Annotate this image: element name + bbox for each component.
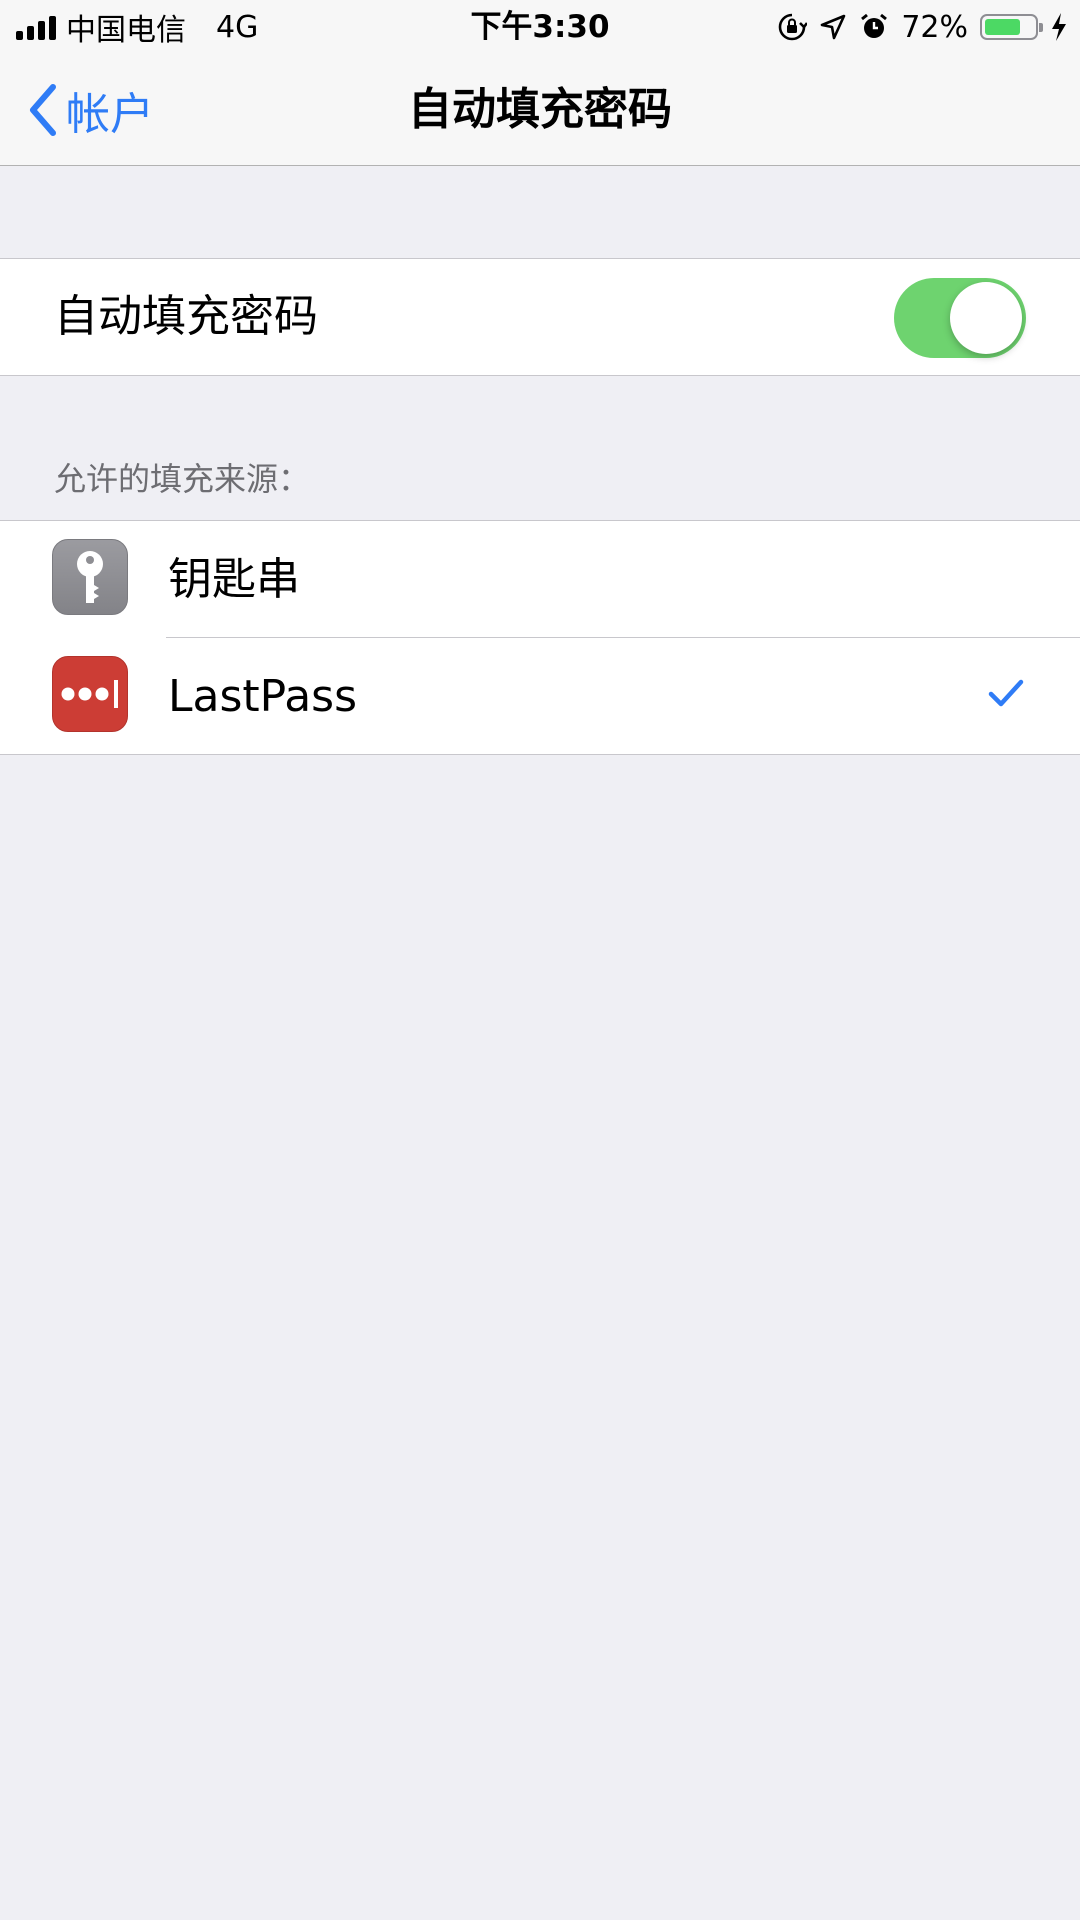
fill-sources-list: 钥匙串 LastPass	[0, 520, 1080, 755]
status-right: 72%	[777, 0, 1068, 54]
switch-knob	[950, 282, 1022, 354]
source-item-keychain[interactable]: 钥匙串	[0, 521, 1080, 638]
autofill-switch[interactable]	[894, 278, 1026, 358]
navigation-bar: 帐户 自动填充密码	[0, 54, 1080, 166]
autofill-toggle-row: 自动填充密码	[0, 258, 1080, 376]
battery-icon	[980, 14, 1043, 40]
status-bar: 中国电信 4G 下午3:30 72%	[0, 0, 1080, 54]
rotation-lock-icon	[779, 13, 808, 41]
source-label: LastPass	[168, 671, 358, 722]
autofill-toggle-label: 自动填充密码	[54, 291, 318, 342]
keychain-icon	[52, 539, 128, 615]
charging-icon	[1052, 13, 1066, 41]
source-item-lastpass[interactable]: LastPass	[0, 638, 1080, 755]
section-header-fill-sources: 允许的填充来源：	[54, 460, 311, 498]
alarm-icon	[861, 13, 888, 38]
checkmark-icon	[988, 679, 1024, 707]
lastpass-icon	[52, 656, 128, 732]
battery-fill	[985, 19, 1020, 35]
battery-percent: 72%	[901, 9, 968, 45]
page-title: 自动填充密码	[408, 84, 672, 135]
location-icon	[821, 14, 846, 40]
source-label: 钥匙串	[168, 554, 300, 605]
